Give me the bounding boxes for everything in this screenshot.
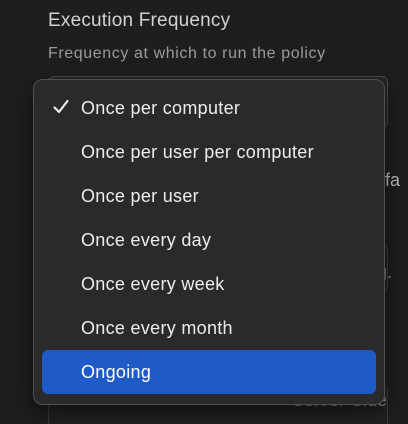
menu-item-label: Once every day xyxy=(81,229,212,250)
menu-item-once-every-month[interactable]: Once every month xyxy=(42,306,376,350)
menu-item-label: Once every week xyxy=(81,273,225,294)
frequency-dropdown-menu: Once per computer Once per user per comp… xyxy=(33,79,385,405)
menu-item-once-every-day[interactable]: Once every day xyxy=(42,218,376,262)
policy-settings-panel: Execution Frequency Frequency at which t… xyxy=(0,0,408,424)
menu-item-label: Once per user per computer xyxy=(81,141,314,162)
menu-item-label: Once every month xyxy=(81,317,233,338)
field-title: Execution Frequency xyxy=(48,10,231,31)
menu-item-once-per-user[interactable]: Once per user xyxy=(42,174,376,218)
menu-item-label: Once per computer xyxy=(81,97,241,118)
menu-item-label: Once per user xyxy=(81,185,199,206)
menu-item-ongoing[interactable]: Ongoing xyxy=(42,350,376,394)
menu-item-once-per-user-per-computer[interactable]: Once per user per computer xyxy=(42,130,376,174)
field-help-text: Frequency at which to run the policy xyxy=(48,45,326,62)
menu-item-once-per-computer[interactable]: Once per computer xyxy=(42,86,376,130)
menu-item-once-every-week[interactable]: Once every week xyxy=(42,262,376,306)
checkmark-icon xyxy=(53,99,69,114)
menu-item-label: Ongoing xyxy=(81,361,152,382)
